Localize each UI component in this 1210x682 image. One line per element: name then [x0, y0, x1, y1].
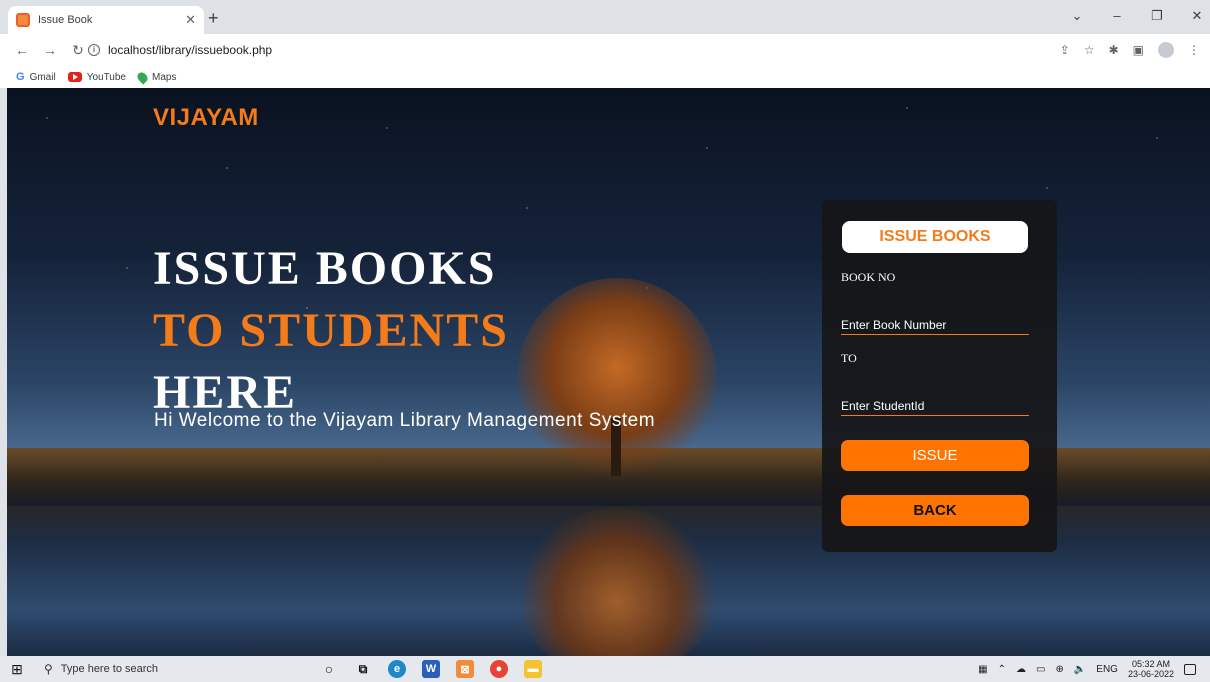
back-arrow-icon[interactable]: ←	[8, 42, 36, 58]
url-text: localhost/library/issuebook.php	[108, 43, 273, 57]
book-number-input[interactable]	[841, 309, 1029, 335]
side-panel-icon[interactable]: ▣	[1133, 43, 1144, 57]
menu-kebab-icon[interactable]: ⋮	[1188, 43, 1200, 57]
issue-form-card: ISSUE BOOKS BOOK NO TO ISSUE BACK	[822, 200, 1057, 552]
to-label: TO	[841, 351, 857, 365]
forward-arrow-icon[interactable]: →	[36, 42, 64, 58]
student-id-input[interactable]	[841, 390, 1029, 416]
search-icon: ⚲	[44, 662, 53, 676]
tab-issue-book[interactable]: Issue Book ✕	[8, 6, 204, 34]
onedrive-icon[interactable]: ☁	[1016, 664, 1026, 675]
search-placeholder: Type here to search	[60, 663, 159, 675]
google-g-icon: G	[16, 71, 25, 83]
bookmarks-bar: G Gmail YouTube Maps	[0, 66, 1210, 88]
address-bar[interactable]: i localhost/library/issuebook.php	[88, 38, 1088, 62]
window-controls: ⌄ – ❐ ✕	[1070, 8, 1204, 24]
cortana-icon[interactable]: ○	[320, 660, 338, 678]
network-icon[interactable]: ⊕	[1055, 664, 1063, 675]
form-title: ISSUE BOOKS	[842, 221, 1028, 253]
file-explorer-icon[interactable]: ▬	[524, 660, 542, 678]
youtube-icon	[67, 72, 82, 82]
site-favicon-icon	[16, 13, 30, 27]
site-info-icon[interactable]: i	[88, 44, 100, 56]
tab-title: Issue Book	[38, 14, 93, 26]
brand-logo[interactable]: VIJAYAM	[153, 104, 259, 132]
xampp-icon[interactable]: ⊠	[456, 660, 474, 678]
system-tray: ▦ ⌃ ☁ ▭ ⊕ 🔈 ENG 05:32 AM 23-06-2022	[978, 659, 1196, 679]
language-indicator[interactable]: ENG	[1096, 664, 1118, 675]
word-icon[interactable]: W	[422, 660, 440, 678]
maps-pin-icon	[135, 69, 150, 85]
windows-taskbar: ⊞ ⚲ Type here to search ○ ⧉ e W ⊠ ● ▬ ▦ …	[0, 656, 1210, 682]
page-viewport: VIJAYAM ISSUE BOOKS TO STUDENTS HERE Hi …	[7, 88, 1210, 656]
close-tab-icon[interactable]: ✕	[185, 12, 196, 28]
toolbar-actions: ⇪ ☆ ✱ ▣ ⋮	[1060, 42, 1200, 58]
clock-time: 05:32 AM	[1131, 659, 1170, 669]
chrome-icon[interactable]: ●	[490, 660, 508, 678]
bookmark-gmail[interactable]: G Gmail	[16, 71, 56, 83]
keyboard-icon[interactable]: ▦	[978, 664, 987, 675]
notifications-icon[interactable]	[1184, 663, 1196, 675]
browser-toolbar: ← → ↻ i localhost/library/issuebook.php …	[0, 34, 1210, 66]
tab-search-chevron-icon[interactable]: ⌄	[1070, 8, 1084, 24]
tray-chevron-up-icon[interactable]: ⌃	[998, 664, 1006, 675]
issue-button[interactable]: ISSUE	[841, 440, 1029, 471]
back-button[interactable]: BACK	[841, 495, 1029, 526]
welcome-text: Hi Welcome to the Vijayam Library Manage…	[154, 410, 656, 431]
bookmark-label: Gmail	[29, 71, 56, 83]
share-icon[interactable]: ⇪	[1060, 43, 1070, 57]
restore-icon[interactable]: ❐	[1150, 8, 1164, 24]
hero-line-1: ISSUE BOOKS	[153, 242, 497, 295]
profile-avatar-icon[interactable]	[1158, 42, 1174, 58]
windows-start-icon[interactable]: ⊞	[0, 661, 34, 678]
new-tab-icon[interactable]: +	[208, 9, 219, 27]
taskbar-search[interactable]: ⚲ Type here to search	[34, 656, 304, 682]
close-window-icon[interactable]: ✕	[1190, 8, 1204, 24]
hero-heading: ISSUE BOOKS TO STUDENTS HERE	[153, 238, 509, 424]
book-no-label: BOOK NO	[841, 270, 896, 284]
bookmark-star-icon[interactable]: ☆	[1084, 43, 1095, 57]
bookmark-maps[interactable]: Maps	[135, 69, 177, 85]
clock-date: 23-06-2022	[1127, 669, 1174, 679]
edge-icon[interactable]: e	[388, 660, 406, 678]
battery-icon[interactable]: ▭	[1036, 664, 1045, 675]
extensions-puzzle-icon[interactable]: ✱	[1109, 43, 1119, 57]
hero-line-2: TO STUDENTS	[153, 304, 509, 357]
taskbar-apps: ○ ⧉ e W ⊠ ● ▬	[320, 656, 542, 682]
volume-muted-icon[interactable]: 🔈	[1074, 664, 1086, 675]
browser-tabstrip: Issue Book ✕ + ⌄ – ❐ ✕	[0, 0, 1210, 34]
task-view-icon[interactable]: ⧉	[354, 660, 372, 678]
minimize-icon[interactable]: –	[1110, 8, 1124, 24]
bookmark-youtube[interactable]: YouTube	[67, 71, 126, 83]
bookmark-label: Maps	[151, 71, 177, 83]
clock[interactable]: 05:32 AM 23-06-2022	[1128, 659, 1174, 679]
bookmark-label: YouTube	[86, 71, 126, 83]
